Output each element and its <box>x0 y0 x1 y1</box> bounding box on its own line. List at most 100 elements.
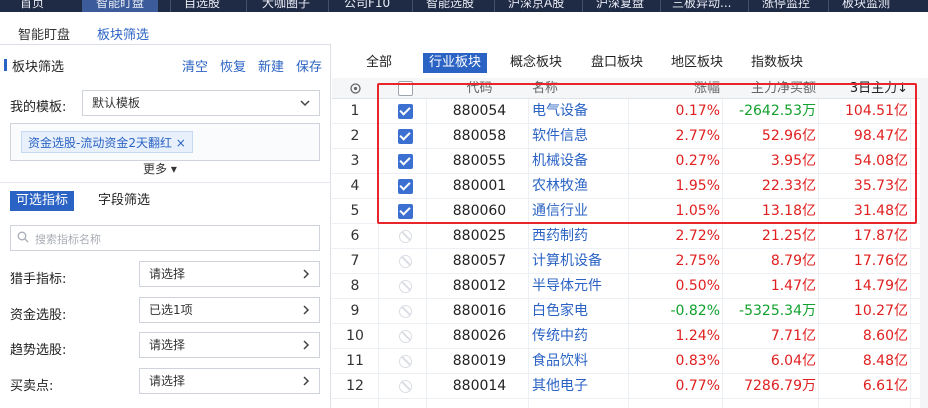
nav-limit-up[interactable]: 涨停监控 <box>762 0 810 12</box>
table-row[interactable]: 7 880057 计算机设备 2.75% 8.79亿 17.76亿 <box>332 249 928 274</box>
row-name-link[interactable]: 电气设备 <box>532 99 632 124</box>
nav-home[interactable]: 首页 <box>20 0 44 12</box>
row-index: 6 <box>350 228 360 244</box>
row-checkbox-checked[interactable] <box>398 129 413 144</box>
clear-button[interactable]: 清空 <box>182 56 208 75</box>
row-net-buy: 3.95亿 <box>770 153 816 169</box>
header-code[interactable]: 代码 <box>432 78 527 99</box>
nav-smart-watch[interactable]: 智能盯盘 <box>82 0 159 12</box>
row-3day: 98.47亿 <box>853 128 908 144</box>
row-change: -0.82% <box>670 303 720 319</box>
row-net-buy: 7.71亿 <box>770 328 816 344</box>
row-name-link[interactable]: 传统中药 <box>532 324 632 349</box>
row-net-buy: 13.18亿 <box>761 203 816 219</box>
template-select[interactable]: 默认模板 <box>82 90 320 116</box>
row-checkbox-disabled[interactable] <box>399 330 412 343</box>
row-change: 1.95% <box>675 178 720 194</box>
tab-industry[interactable]: 行业板块 <box>423 53 488 73</box>
header-net-buy[interactable]: 主力净买额 <box>724 78 816 99</box>
row-net-buy: -5325.34万 <box>739 303 816 319</box>
row-name-link[interactable]: 机械设备 <box>532 149 632 174</box>
filter-label-trade-point: 买卖点: <box>10 379 54 394</box>
row-checkbox-disabled[interactable] <box>399 230 412 243</box>
header-name[interactable]: 名称 <box>532 78 632 99</box>
row-name-link[interactable]: 食品饮料 <box>532 349 632 374</box>
row-checkbox-checked[interactable] <box>398 104 413 119</box>
row-3day: 17.87亿 <box>853 228 908 244</box>
new-button[interactable]: 新建 <box>258 56 284 75</box>
select-all-checkbox[interactable] <box>398 81 413 96</box>
row-name-link[interactable]: 半导体元件 <box>532 274 632 299</box>
table-row[interactable]: 8 880012 半导体元件 0.50% 1.47亿 14.79亿 <box>332 274 928 299</box>
row-checkbox-checked[interactable] <box>398 179 413 194</box>
sector-tabs: 全部 行业板块 概念板块 盘口板块 地区板块 指数板块 <box>332 45 928 78</box>
tab-all[interactable]: 全部 <box>360 53 398 73</box>
nav-separator <box>582 0 583 12</box>
selected-filters-box: 资金选股-流动资金2天翻红 × <box>10 123 320 161</box>
row-checkbox-disabled[interactable] <box>399 380 412 393</box>
row-3day: 31.48亿 <box>853 203 908 219</box>
table-row[interactable]: 11 880019 食品饮料 0.83% 6.04亿 8.48亿 <box>332 349 928 374</box>
gear-icon[interactable] <box>349 82 362 95</box>
filter-select-trend[interactable]: 请选择 <box>139 332 320 358</box>
row-name-link[interactable]: 白色家电 <box>532 299 632 324</box>
nav-separator <box>246 0 247 12</box>
table-row[interactable]: 5 880060 通信行业 1.05% 13.18亿 31.48亿 <box>332 199 928 224</box>
filter-tag[interactable]: 资金选股-流动资金2天翻红 × <box>21 131 193 153</box>
row-3day: 54.08亿 <box>853 153 908 169</box>
table-row[interactable]: 10 880026 传统中药 1.24% 7.71亿 8.60亿 <box>332 324 928 349</box>
table-scrollbar[interactable] <box>920 78 928 408</box>
nav-f10[interactable]: 公司F10 <box>344 0 390 12</box>
more-toggle[interactable]: 更多 ▾ <box>143 160 177 177</box>
table-row[interactable]: 2 880058 软件信息 2.77% 52.96亿 98.47亿 <box>332 124 928 149</box>
tab-region[interactable]: 地区板块 <box>665 53 729 73</box>
header-change[interactable]: 涨幅 <box>632 78 720 99</box>
table-row[interactable]: 6 880025 西药制药 2.72% 21.25亿 17.87亿 <box>332 224 928 249</box>
tab-field-filter[interactable]: 字段筛选 <box>98 191 150 211</box>
row-change: 0.77% <box>675 378 720 394</box>
filter-select-fund[interactable]: 已选1项 <box>139 297 320 323</box>
search-input[interactable]: 搜索指标名称 <box>10 225 320 251</box>
filter-select-hunter[interactable]: 请选择 <box>139 261 320 287</box>
row-code: 880001 <box>452 178 507 194</box>
tab-indicators[interactable]: 可选指标 <box>10 191 75 211</box>
nav-watchlist[interactable]: 自选股 <box>184 0 220 12</box>
save-button[interactable]: 保存 <box>296 56 322 75</box>
tab-index[interactable]: 指数板块 <box>745 53 809 73</box>
nav-separator <box>412 0 413 12</box>
table-row[interactable]: 1 880054 电气设备 0.17% -2642.53万 104.51亿 <box>332 99 928 124</box>
header-3day[interactable]: 3日主力↓ <box>820 78 908 99</box>
table-row[interactable]: 9 880016 白色家电 -0.82% -5325.34万 10.27亿 <box>332 299 928 324</box>
row-checkbox-checked[interactable] <box>398 204 413 219</box>
row-name-link[interactable]: 西药制药 <box>532 224 632 249</box>
filter-select-trade-point[interactable]: 请选择 <box>139 368 320 394</box>
row-name-link[interactable]: 软件信息 <box>532 124 632 149</box>
row-net-buy: 22.33亿 <box>761 178 816 194</box>
table-row[interactable]: 3 880055 机械设备 0.27% 3.95亿 54.08亿 <box>332 149 928 174</box>
row-checkbox-disabled[interactable] <box>399 280 412 293</box>
table-row[interactable]: 4 880001 农林牧渔 1.95% 22.33亿 35.73亿 <box>332 174 928 199</box>
template-value: 默认模板 <box>92 96 141 110</box>
row-checkbox-checked[interactable] <box>398 154 413 169</box>
row-name-link[interactable]: 通信行业 <box>532 199 632 224</box>
row-name-link[interactable]: 其他电子 <box>532 374 632 399</box>
restore-button[interactable]: 恢复 <box>220 56 246 75</box>
row-3day: 8.60亿 <box>862 328 908 344</box>
nav-review[interactable]: 沪深复盘 <box>596 0 644 12</box>
tab-concept[interactable]: 概念板块 <box>504 53 568 73</box>
row-name-link[interactable]: 农林牧渔 <box>532 174 632 199</box>
row-checkbox-disabled[interactable] <box>399 305 412 318</box>
nav-separator <box>328 0 329 12</box>
row-checkbox-disabled[interactable] <box>399 255 412 268</box>
row-checkbox-disabled[interactable] <box>399 355 412 368</box>
nav-a-share[interactable]: 沪深京A股 <box>508 0 564 12</box>
nav-third-board[interactable]: 三板异动... <box>672 0 731 12</box>
nav-smart-pick[interactable]: 智能选股 <box>426 0 474 12</box>
nav-sector-monitor[interactable]: 板块监测 <box>842 0 890 12</box>
nav-circle[interactable]: 大咖圈子 <box>262 0 310 12</box>
tab-market[interactable]: 盘口板块 <box>585 53 649 73</box>
tab-smart-watch[interactable]: 智能盯盘 <box>18 24 70 43</box>
table-row[interactable]: 12 880014 其他电子 0.77% 7286.79万 6.61亿 <box>332 374 928 399</box>
row-code: 880060 <box>452 203 507 219</box>
row-name-link[interactable]: 计算机设备 <box>532 249 632 274</box>
